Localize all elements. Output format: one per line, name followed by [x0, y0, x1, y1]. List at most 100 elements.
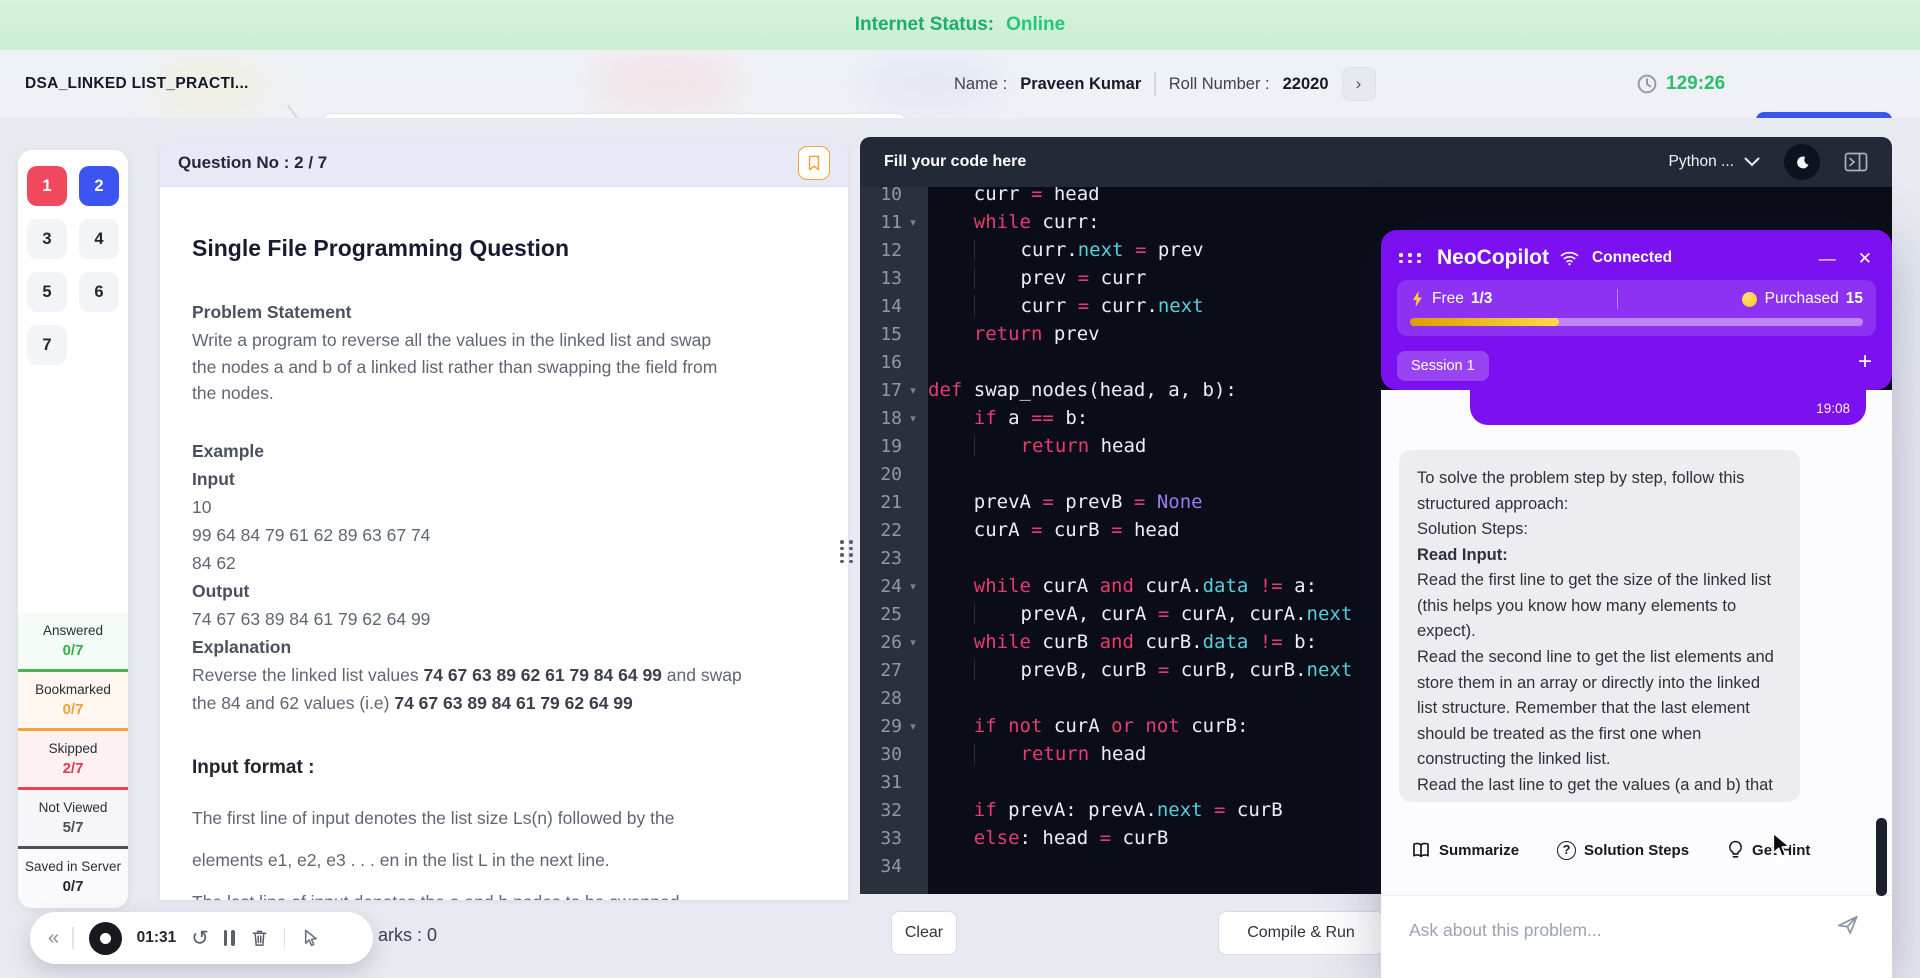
question-grid: 1234567: [18, 150, 128, 381]
copilot-actions: Summarize ? Solution Steps Get Hint: [1381, 830, 1892, 870]
free-count: 1/3: [1471, 290, 1493, 308]
session-tab[interactable]: Session 1: [1397, 351, 1489, 381]
question-5-button[interactable]: 5: [27, 272, 67, 312]
record-button[interactable]: [89, 922, 122, 955]
panel-resize-handle[interactable]: [840, 540, 854, 563]
marks-label: arks : 0: [378, 925, 437, 946]
bookmark-button[interactable]: [798, 146, 830, 180]
lightbulb-icon: [1727, 840, 1744, 860]
credits-progress-fill: [1410, 318, 1559, 326]
question-4-button[interactable]: 4: [79, 219, 119, 259]
clear-button[interactable]: Clear: [891, 911, 957, 955]
roll-value: 22020: [1283, 75, 1329, 94]
legend-not-viewed: Not Viewed5/7: [18, 790, 128, 849]
question-3-button[interactable]: 3: [27, 219, 67, 259]
submit-test-button[interactable]: Submit Test: [1756, 112, 1892, 118]
theme-toggle-button[interactable]: [1784, 144, 1820, 180]
internet-status-bar: Internet Status: Online: [0, 0, 1920, 50]
legend-saved-in-server: Saved in Server0/7: [18, 849, 128, 908]
problem-statement-heading: Problem Statement: [192, 302, 818, 323]
decor-blob: [590, 50, 740, 116]
editor-header: Fill your code here Python ...: [860, 137, 1892, 187]
chat-scrollbar[interactable]: [1876, 818, 1887, 896]
output-line: 74 67 63 89 84 61 79 62 64 99: [192, 605, 818, 633]
breadcrumb-chevron-icon: [286, 103, 312, 118]
summarize-button[interactable]: Summarize: [1411, 841, 1519, 859]
problem-statement-text: Write a program to reverse all the value…: [192, 327, 740, 407]
neocopilot-panel: 19:08 NeoCopilot Connected — ✕ Free 1/3 …: [1381, 230, 1892, 978]
palette-legend: Answered0/7Bookmarked0/7Skipped2/7Not Vi…: [18, 613, 128, 908]
question-body: Single File Programming Question Problem…: [160, 187, 848, 900]
language-dropdown[interactable]: Python ...: [1669, 153, 1760, 171]
input-heading: Input: [192, 465, 818, 493]
pause-recording-icon[interactable]: [224, 930, 235, 946]
output-heading: Output: [192, 577, 818, 605]
restart-recording-icon[interactable]: ↺: [191, 928, 209, 949]
recorder-toolbar: « 01:31 ↺: [30, 912, 373, 964]
purchased-label: Purchased: [1765, 290, 1839, 308]
question-panel: Question No : 2 / 7 Single File Programm…: [160, 140, 848, 900]
identity-expand-button[interactable]: ›: [1342, 67, 1376, 101]
solution-steps-label: Solution Steps: [1584, 842, 1689, 859]
compile-run-button[interactable]: Compile & Run: [1218, 911, 1384, 955]
free-label: Free: [1432, 290, 1464, 308]
get-hint-label: Get Hint: [1752, 842, 1810, 859]
credits-box: Free 1/3 Purchased 15: [1397, 280, 1876, 336]
legend-skipped: Skipped2/7: [18, 731, 128, 790]
add-session-button[interactable]: +: [1858, 348, 1872, 376]
collapse-recorder-button[interactable]: «: [48, 927, 57, 950]
example-heading: Example: [192, 437, 818, 465]
copilot-input-bar: [1381, 895, 1892, 978]
wifi-icon: [1560, 250, 1579, 266]
question-title: Single File Programming Question: [192, 235, 818, 262]
input-format-heading: Input format :: [192, 757, 818, 779]
message-timestamp: 19:08: [1816, 401, 1850, 416]
pointer-tool-icon[interactable]: [300, 928, 319, 948]
timer-value: 129:26: [1666, 73, 1725, 95]
code-line-10[interactable]: 10 curr = head: [860, 187, 1892, 208]
get-hint-button[interactable]: Get Hint: [1727, 840, 1810, 860]
internet-status-value: Online: [1006, 14, 1065, 36]
name-value: Praveen Kumar: [1020, 75, 1141, 94]
question-circle-icon: ?: [1557, 841, 1576, 860]
divider: [1154, 72, 1156, 96]
delete-recording-icon[interactable]: [250, 928, 269, 948]
question-palette: 1234567 Answered0/7Bookmarked0/7Skipped2…: [18, 150, 128, 908]
book-icon: [1411, 841, 1431, 859]
input-format-text-cut: The last line of input denotes the a and…: [192, 881, 748, 900]
candidate-identity: Name : Praveen Kumar Roll Number : 22020…: [954, 50, 1376, 118]
roll-label: Roll Number :: [1169, 75, 1270, 94]
coin-icon: [1742, 292, 1757, 307]
explanation-heading: Explanation: [192, 633, 818, 661]
assistant-message: To solve the problem step by step, follo…: [1399, 450, 1800, 802]
minimize-button[interactable]: —: [1819, 250, 1836, 267]
ask-problem-input[interactable]: [1409, 912, 1789, 948]
question-1-button[interactable]: 1: [27, 166, 67, 206]
close-button[interactable]: ✕: [1858, 250, 1872, 267]
collapse-panel-icon[interactable]: [1844, 152, 1868, 172]
send-icon[interactable]: [1836, 914, 1860, 936]
legend-answered: Answered0/7: [18, 613, 128, 672]
internet-status-label: Internet Status:: [855, 14, 994, 36]
input-format-text: The first line of input denotes the list…: [192, 797, 748, 881]
legend-bookmarked: Bookmarked0/7: [18, 672, 128, 731]
bookmark-icon: [806, 154, 822, 172]
drag-handle-icon[interactable]: [1399, 253, 1423, 263]
explanation-text: Reverse the linked list values 74 67 63 …: [192, 661, 754, 717]
section-dropdown[interactable]: Section 1/1 CODING (7): [321, 113, 907, 118]
divider: [72, 927, 74, 949]
language-value: Python ...: [1669, 153, 1734, 171]
copilot-title: NeoCopilot: [1437, 246, 1549, 270]
solution-steps-button[interactable]: ? Solution Steps: [1557, 841, 1689, 860]
purchased-count: 15: [1846, 290, 1863, 308]
summarize-label: Summarize: [1439, 842, 1519, 859]
test-title: DSA_LINKED LIST_PRACTI...: [25, 50, 249, 118]
app-header: DSA_LINKED LIST_PRACTI... Section 1/1 CO…: [0, 50, 1920, 118]
divider: [1617, 289, 1618, 309]
bolt-icon: [1410, 290, 1424, 308]
editor-title: Fill your code here: [884, 153, 1026, 171]
question-7-button[interactable]: 7: [27, 325, 67, 365]
question-6-button[interactable]: 6: [79, 272, 119, 312]
connection-status: Connected: [1592, 249, 1672, 267]
question-2-button[interactable]: 2: [79, 166, 119, 206]
